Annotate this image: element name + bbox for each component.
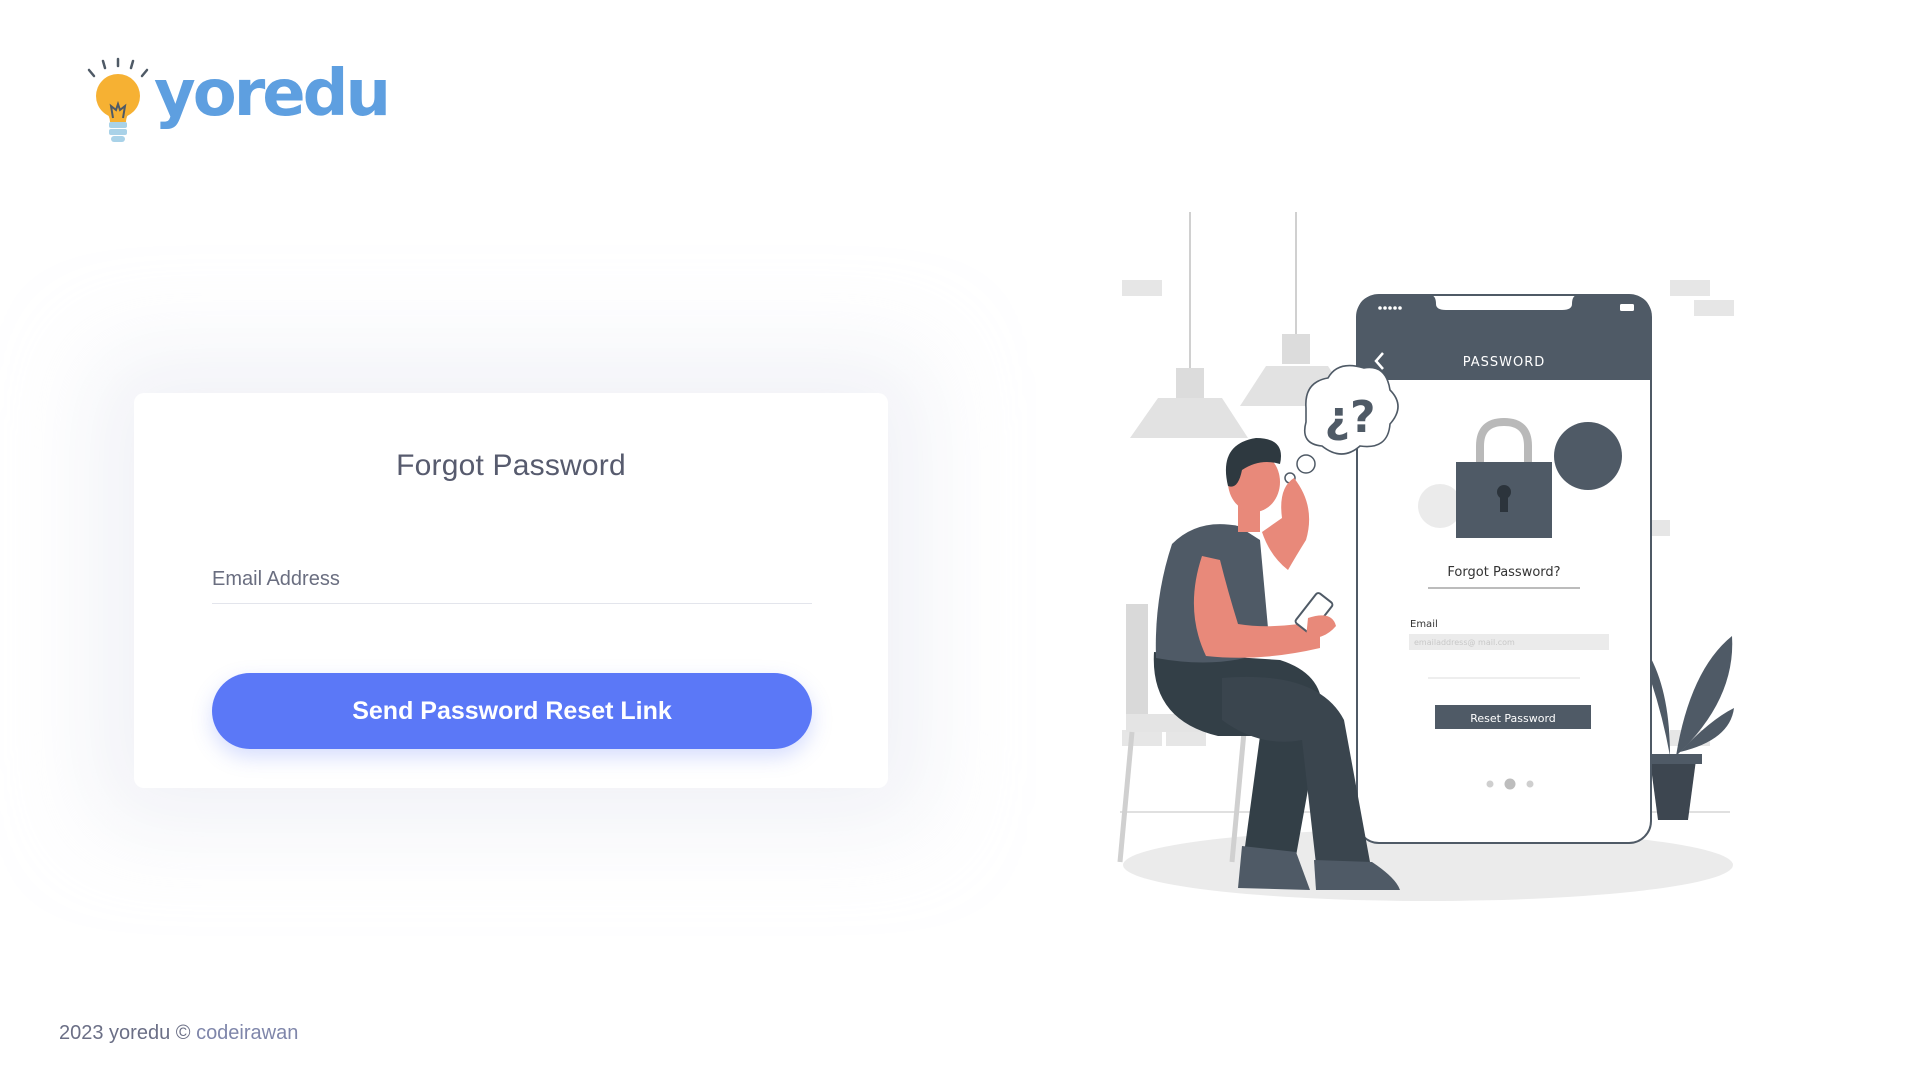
forgot-password-illustration: PASSWORD Forgot Password? Email emailadd… <box>1117 212 1734 901</box>
phone-header: PASSWORD <box>1463 355 1546 370</box>
send-reset-link-button[interactable]: Send Password Reset Link <box>212 673 812 749</box>
footer: 2023 yoredu © codeirawan <box>59 1022 298 1045</box>
forgot-password-card: Forgot Password Send Password Reset Link <box>134 393 888 788</box>
brand-logo[interactable]: yoredu <box>86 56 391 148</box>
phone-forgot-question: Forgot Password? <box>1447 565 1560 580</box>
phone-email-placeholder: emailaddress@ mail.com <box>1414 638 1515 647</box>
phone-reset-button: Reset Password <box>1470 712 1556 725</box>
lightbulb-icon <box>87 57 149 142</box>
email-input[interactable] <box>212 555 812 604</box>
card-title: Forgot Password <box>396 449 626 482</box>
footer-author-link[interactable]: codeirawan <box>196 1022 298 1044</box>
brand-name: yoredu <box>154 57 391 131</box>
thought-bubble-text: ¿? <box>1324 392 1375 443</box>
footer-copyright: 2023 yoredu © <box>59 1022 197 1044</box>
phone-email-label: Email <box>1410 619 1438 630</box>
